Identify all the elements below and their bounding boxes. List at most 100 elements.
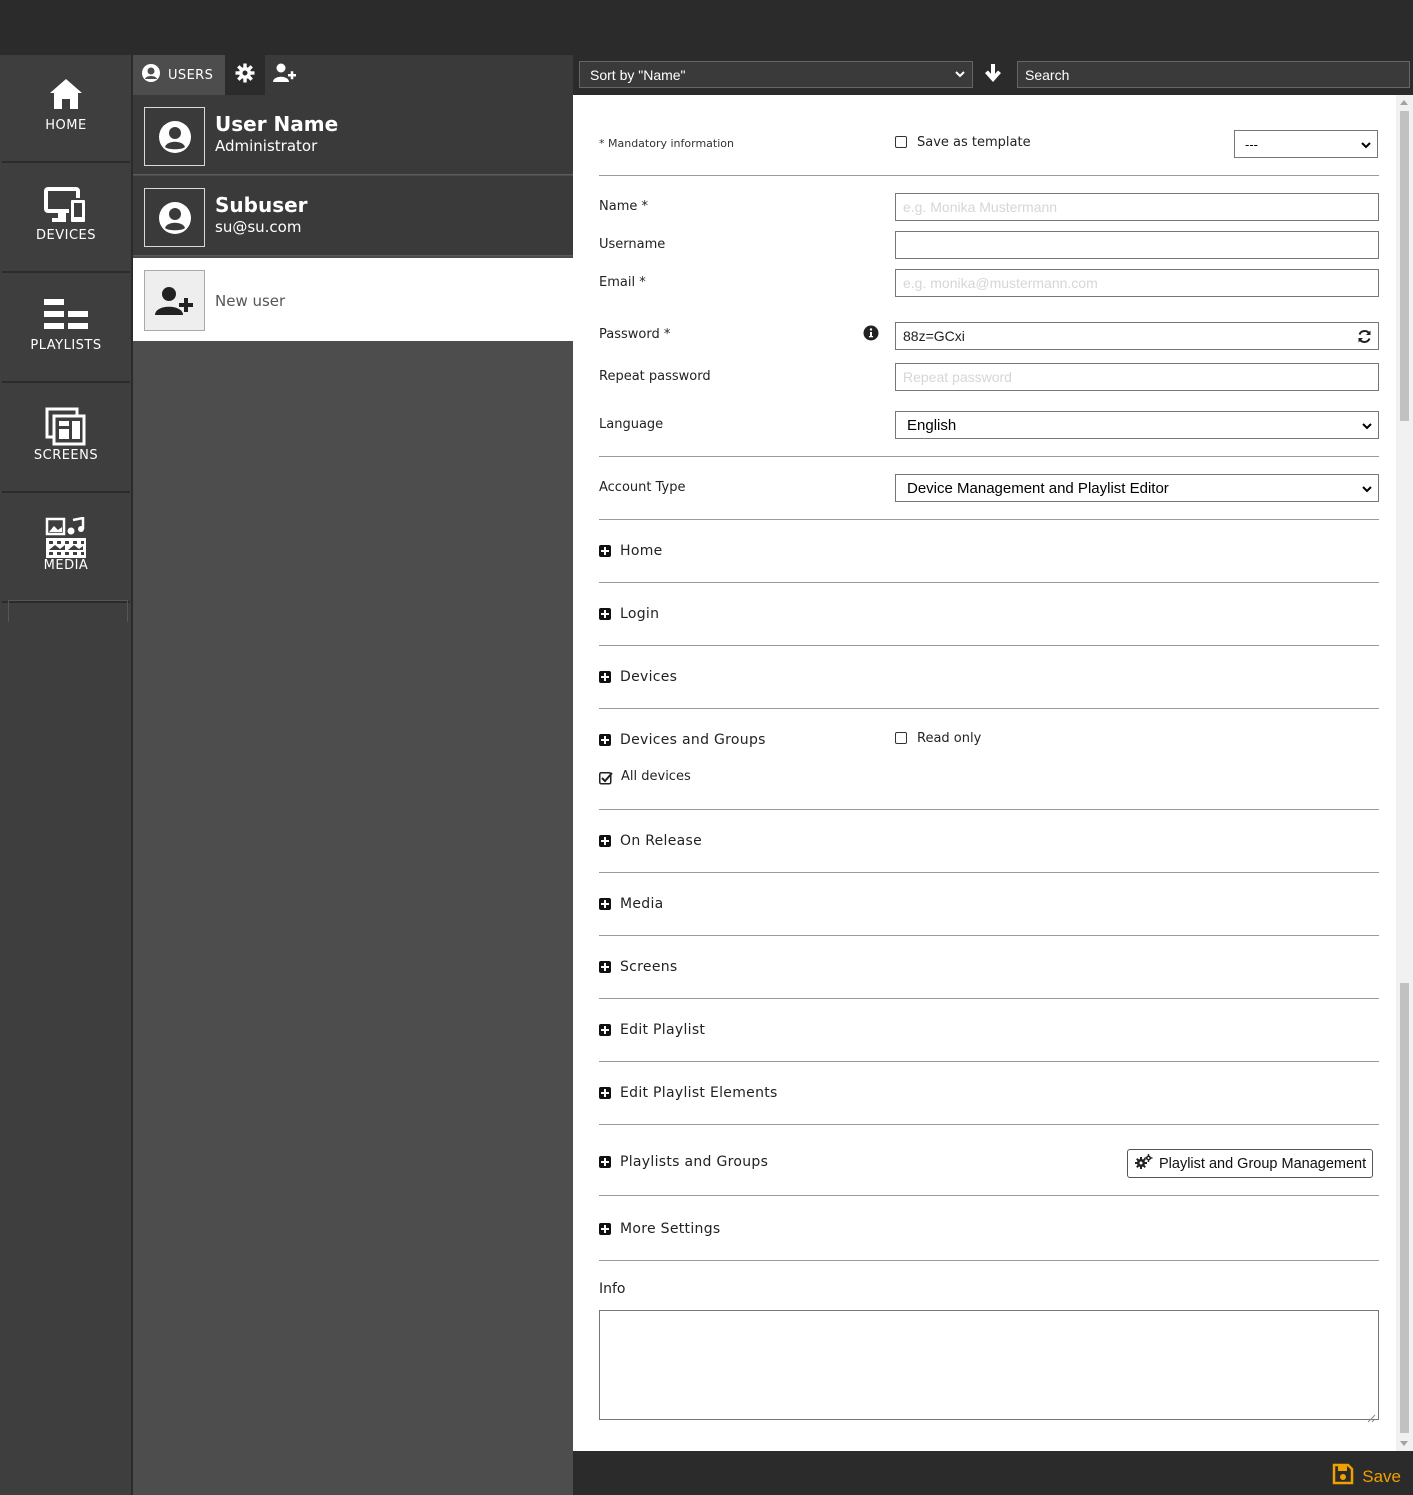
scrollbar-thumb[interactable] <box>1400 111 1409 421</box>
nav-home[interactable]: HOME <box>2 55 130 163</box>
section-edit-playlist-elements[interactable]: Edit Playlist Elements <box>599 1083 778 1103</box>
new-user-item[interactable]: New user <box>133 258 573 341</box>
nav-media[interactable]: MEDIA <box>2 495 130 603</box>
divider <box>599 872 1379 873</box>
arrow-down-icon <box>984 63 1002 87</box>
template-select[interactable]: --- <box>1234 130 1378 158</box>
form-scrollbar[interactable] <box>1396 95 1413 1451</box>
language-select-value: English <box>907 416 957 434</box>
pgm-button-label: Playlist and Group Management <box>1159 1155 1367 1172</box>
password-label: Password * <box>599 327 671 342</box>
section-screens[interactable]: Screens <box>599 957 678 977</box>
section-media-label: Media <box>620 896 664 912</box>
divider <box>599 645 1379 646</box>
section-edit-playlist[interactable]: Edit Playlist <box>599 1020 705 1040</box>
all-devices-checkbox[interactable] <box>599 770 613 785</box>
scrollbar-thumb-lower[interactable] <box>1400 983 1409 1433</box>
tab-settings[interactable] <box>225 55 265 95</box>
user-list-item[interactable]: Subuser su@su.com <box>133 176 573 256</box>
tab-add-user[interactable] <box>265 55 305 95</box>
username-label: Username <box>599 237 666 252</box>
playlist-group-management-button[interactable]: Playlist and Group Management <box>1127 1149 1373 1178</box>
repeat-password-label: Repeat password <box>599 369 711 384</box>
chevron-down-icon <box>954 67 966 84</box>
user-avatar-icon <box>158 120 191 153</box>
expand-plus-icon <box>599 608 611 620</box>
resize-handle-icon[interactable] <box>1367 1408 1376 1423</box>
user-list-item[interactable]: User Name Administrator <box>133 95 573 175</box>
scroll-down-arrow-icon[interactable] <box>1400 1441 1408 1446</box>
name-field[interactable]: e.g. Monika Mustermann <box>895 193 1379 221</box>
search-input[interactable]: Search <box>1017 61 1410 88</box>
scroll-up-arrow-icon[interactable] <box>1400 100 1408 105</box>
divider <box>599 1260 1379 1261</box>
section-more-settings-label: More Settings <box>620 1221 721 1237</box>
section-more-settings[interactable]: More Settings <box>599 1219 720 1239</box>
playlists-icon <box>2 297 130 337</box>
username-field[interactable] <box>895 231 1379 259</box>
chevron-down-icon <box>1361 419 1373 437</box>
add-user-icon <box>154 286 193 315</box>
footer-bar: Save <box>573 1451 1413 1495</box>
main-sidebar: HOME DEVICES PLAYLISTS SCREENS MEDIA <box>0 55 133 1495</box>
save-button[interactable]: Save <box>1332 1463 1401 1490</box>
section-media[interactable]: Media <box>599 894 664 914</box>
section-devices[interactable]: Devices <box>599 667 677 687</box>
section-home[interactable]: Home <box>599 541 663 561</box>
nav-screens[interactable]: SCREENS <box>2 385 130 493</box>
user-circle-icon <box>141 63 161 87</box>
info-label: Info <box>599 1281 626 1297</box>
expand-plus-icon <box>599 734 611 746</box>
expand-plus-icon <box>599 961 611 973</box>
user-name: User Name <box>215 112 339 136</box>
divider <box>599 935 1379 936</box>
sort-direction-button[interactable] <box>981 61 1005 88</box>
sort-select[interactable]: Sort by "Name" <box>579 61 973 88</box>
search-placeholder: Search <box>1025 66 1070 83</box>
refresh-icon[interactable] <box>1357 329 1372 347</box>
user-name: Subuser <box>215 193 308 217</box>
section-login-label: Login <box>620 606 660 622</box>
repeat-password-field[interactable]: Repeat password <box>895 363 1379 391</box>
nav-media-label: MEDIA <box>43 558 89 573</box>
read-only-checkbox[interactable] <box>895 732 907 744</box>
sidebar-divider <box>8 600 128 622</box>
avatar <box>144 107 205 166</box>
email-placeholder: e.g. monika@mustermann.com <box>903 275 1098 291</box>
info-textarea[interactable] <box>599 1310 1379 1423</box>
template-select-value: --- <box>1245 136 1258 152</box>
section-login[interactable]: Login <box>599 604 659 624</box>
avatar <box>144 188 205 247</box>
all-devices-label: All devices <box>621 769 691 784</box>
section-devices-groups-label: Devices and Groups <box>620 732 766 748</box>
language-select[interactable]: English <box>895 411 1379 439</box>
nav-playlists[interactable]: PLAYLISTS <box>2 275 130 383</box>
divider <box>599 175 1379 176</box>
section-playlists-and-groups[interactable]: Playlists and Groups <box>599 1152 768 1172</box>
email-field[interactable]: e.g. monika@mustermann.com <box>895 269 1379 297</box>
divider <box>599 1195 1379 1196</box>
account-type-select-value: Device Management and Playlist Editor <box>907 479 1169 497</box>
section-playlists-groups-label: Playlists and Groups <box>620 1154 769 1170</box>
password-value: 88z=GCxi <box>903 328 965 344</box>
info-icon[interactable] <box>863 325 879 345</box>
section-devices-and-groups[interactable]: Devices and Groups <box>599 730 766 750</box>
tab-users[interactable]: USERS <box>133 55 225 95</box>
nav-devices[interactable]: DEVICES <box>2 165 130 273</box>
chevron-down-icon <box>1361 482 1373 500</box>
gear-icon <box>235 63 255 87</box>
password-field[interactable]: 88z=GCxi <box>895 322 1379 350</box>
add-user-avatar <box>144 270 205 331</box>
chevron-down-icon <box>1360 138 1372 155</box>
screens-icon <box>2 407 130 447</box>
divider <box>599 1124 1379 1125</box>
section-home-label: Home <box>620 543 663 559</box>
account-type-select[interactable]: Device Management and Playlist Editor <box>895 474 1379 502</box>
section-edit-playlist-label: Edit Playlist <box>620 1022 706 1038</box>
section-on-release-label: On Release <box>620 833 703 849</box>
save-template-checkbox[interactable] <box>895 136 907 148</box>
repeat-password-placeholder: Repeat password <box>903 369 1012 385</box>
check-icon <box>599 772 613 785</box>
account-type-label: Account Type <box>599 480 686 495</box>
section-on-release[interactable]: On Release <box>599 831 702 851</box>
